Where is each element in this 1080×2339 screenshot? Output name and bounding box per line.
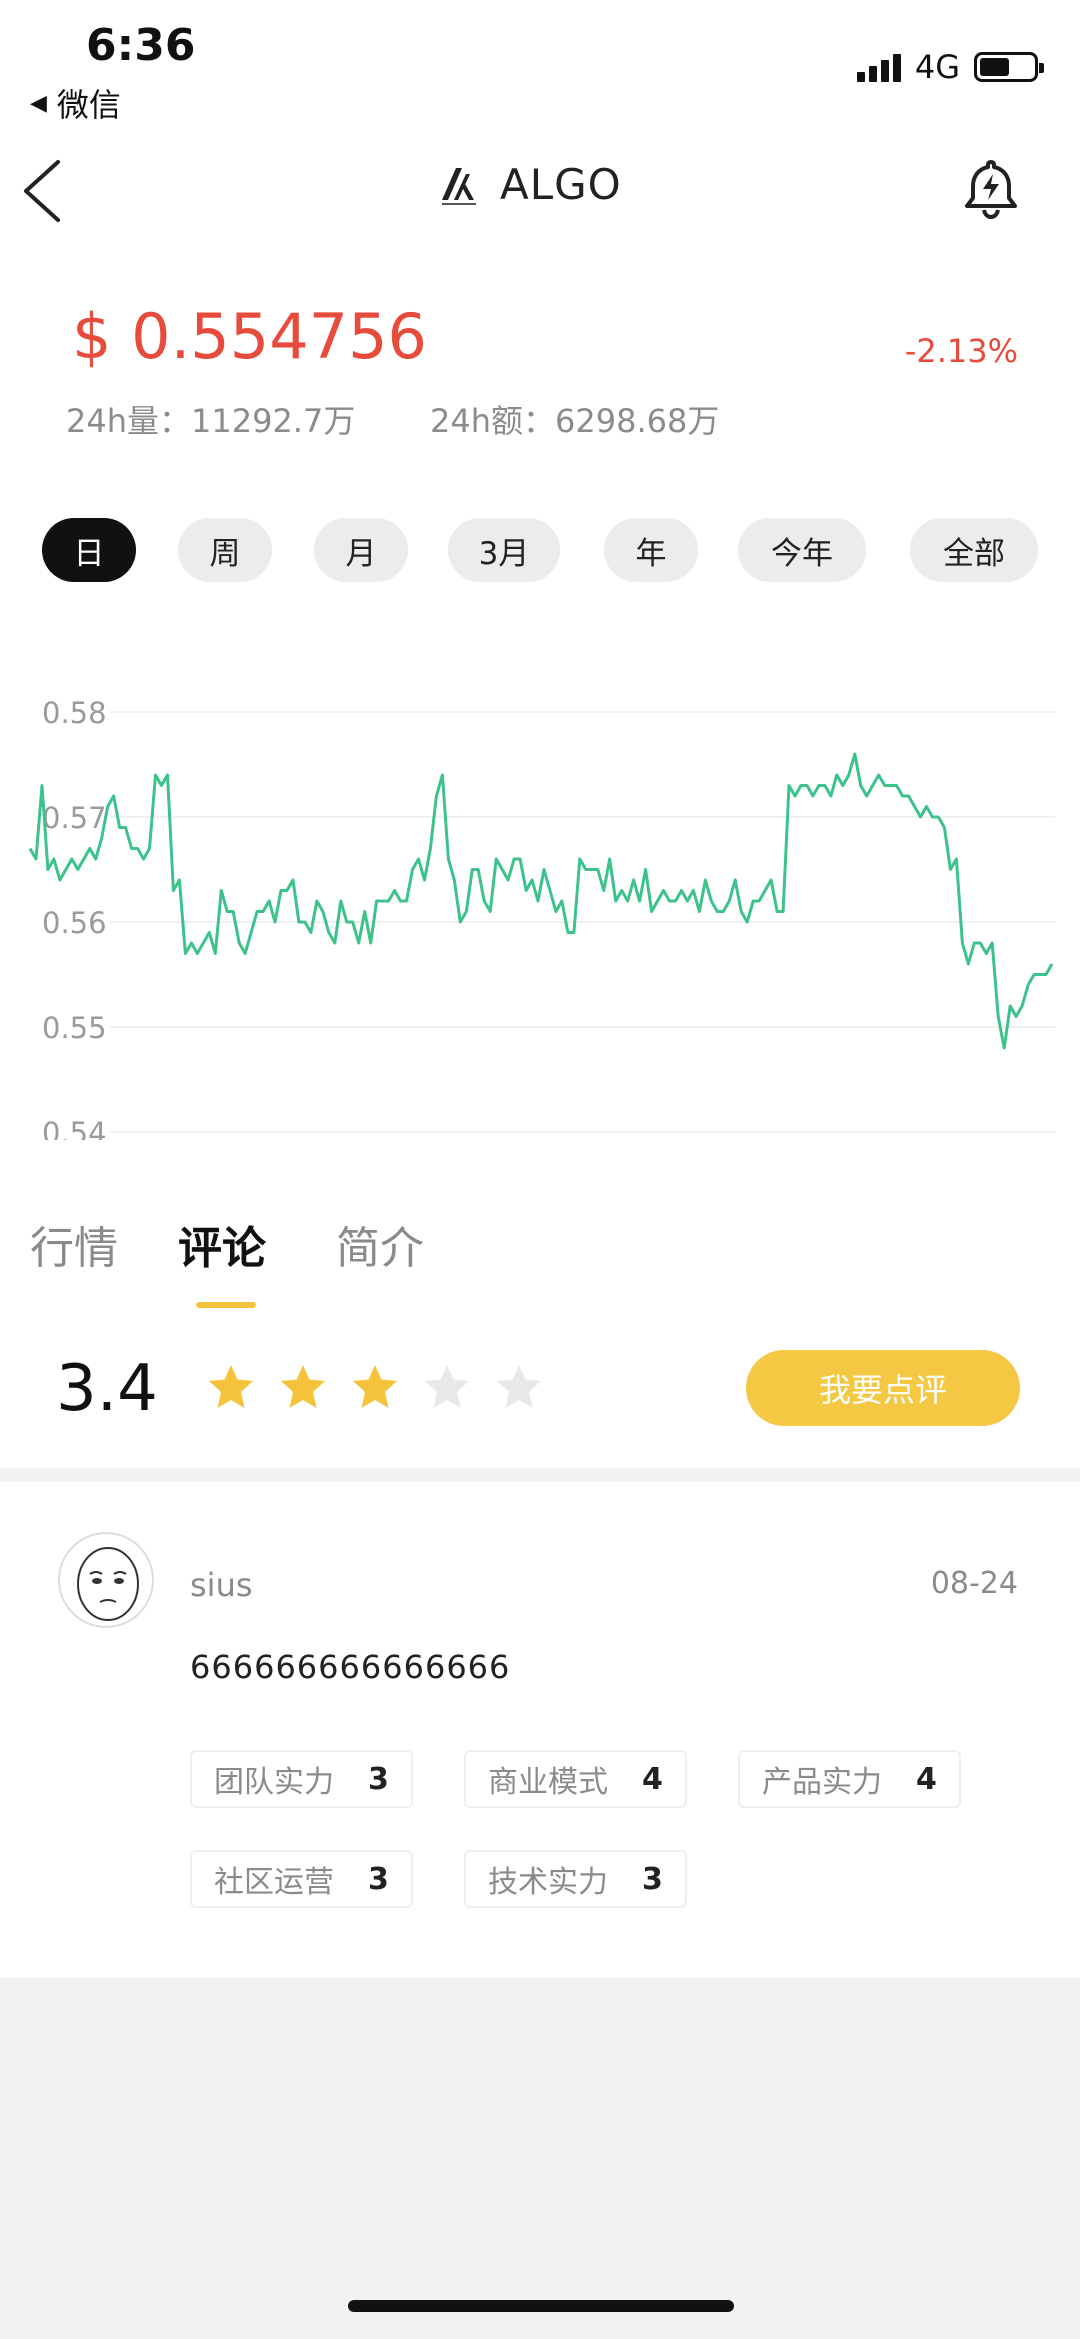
tag-label: 社区运营 [214, 1865, 334, 1900]
status-indicators: 4G [856, 48, 1044, 86]
tag-label: 技术实力 [488, 1865, 608, 1900]
coin-name: ALGO [500, 160, 622, 209]
tag-value: 3 [368, 1761, 389, 1797]
tag-business-model: 商业模式 4 [464, 1750, 687, 1808]
algo-logo-icon [442, 167, 476, 205]
star-empty-icon [425, 1365, 469, 1408]
avatar[interactable] [58, 1532, 154, 1628]
range-3month[interactable]: 3月 [448, 518, 560, 582]
tag-value: 4 [916, 1761, 937, 1797]
back-app-label: 微信 [56, 86, 121, 124]
battery-icon [974, 52, 1044, 82]
price-change: -2.13% [904, 332, 1018, 370]
status-time: 6:36 [86, 20, 196, 71]
review-text: 666666666666666 [190, 1648, 511, 1686]
tag-community: 社区运营 3 [190, 1850, 413, 1908]
star-filled-icon [281, 1365, 325, 1408]
tag-label: 团队实力 [214, 1765, 334, 1800]
active-tab-indicator [196, 1302, 256, 1308]
y-tick-label: 0.57 [42, 801, 107, 835]
range-week[interactable]: 周 [178, 518, 272, 582]
tag-value: 4 [642, 1761, 663, 1797]
tab-market[interactable]: 行情 [30, 1212, 118, 1276]
tag-value: 3 [368, 1861, 389, 1897]
back-to-wechat[interactable]: ◀ 微信 [30, 80, 121, 126]
signal-icon [856, 52, 901, 82]
tab-comments[interactable]: 评论 [178, 1212, 266, 1276]
back-triangle-icon: ◀ [30, 90, 47, 116]
review-date: 08-24 [930, 1566, 1018, 1601]
write-review-button[interactable]: 我要点评 [746, 1350, 1020, 1426]
review-card: sius 08-24 666666666666666 团队实力 3 商业模式 4… [0, 1482, 1080, 1978]
range-ytd[interactable]: 今年 [738, 518, 866, 582]
tag-tech: 技术实力 3 [464, 1850, 687, 1908]
network-label: 4G [914, 48, 960, 86]
y-tick-label: 0.56 [42, 906, 107, 940]
rating-stars [206, 1362, 544, 1412]
tab-intro[interactable]: 简介 [336, 1212, 424, 1276]
bell-lightning-icon[interactable] [962, 158, 1020, 220]
range-all[interactable]: 全部 [910, 518, 1038, 582]
y-tick-label: 0.54 [42, 1116, 107, 1140]
range-year[interactable]: 年 [604, 518, 698, 582]
amount-24h: 24h额：6298.68万 [430, 402, 720, 440]
star-empty-icon [497, 1365, 541, 1408]
y-tick-label: 0.55 [42, 1011, 107, 1045]
tag-label: 产品实力 [762, 1765, 882, 1800]
back-chevron-icon[interactable] [18, 156, 68, 226]
face-avatar-icon [77, 1547, 139, 1621]
home-indicator[interactable] [348, 2300, 734, 2312]
star-filled-icon [353, 1365, 397, 1408]
current-price: $ 0.554756 [72, 300, 427, 373]
y-tick-label: 0.58 [42, 696, 107, 730]
price-line [28, 752, 1054, 1050]
range-day[interactable]: 日 [42, 518, 136, 582]
top-panel: 6:36 ◀ 微信 4G ALGO $ 0.554756 -2.13% 24h量… [0, 0, 1080, 1468]
volume-24h: 24h量：11292.7万 [66, 402, 356, 440]
price-chart[interactable]: 0.58 0.57 0.56 0.55 0.54 [0, 680, 1080, 1140]
tag-value: 3 [642, 1861, 663, 1897]
tag-label: 商业模式 [488, 1765, 608, 1800]
tag-product: 产品实力 4 [738, 1750, 961, 1808]
tag-team: 团队实力 3 [190, 1750, 413, 1808]
range-month[interactable]: 月 [314, 518, 408, 582]
review-username[interactable]: sius [190, 1566, 253, 1604]
rating-score: 3.4 [56, 1352, 158, 1426]
coin-title: ALGO [440, 160, 622, 209]
star-filled-icon [209, 1365, 253, 1408]
